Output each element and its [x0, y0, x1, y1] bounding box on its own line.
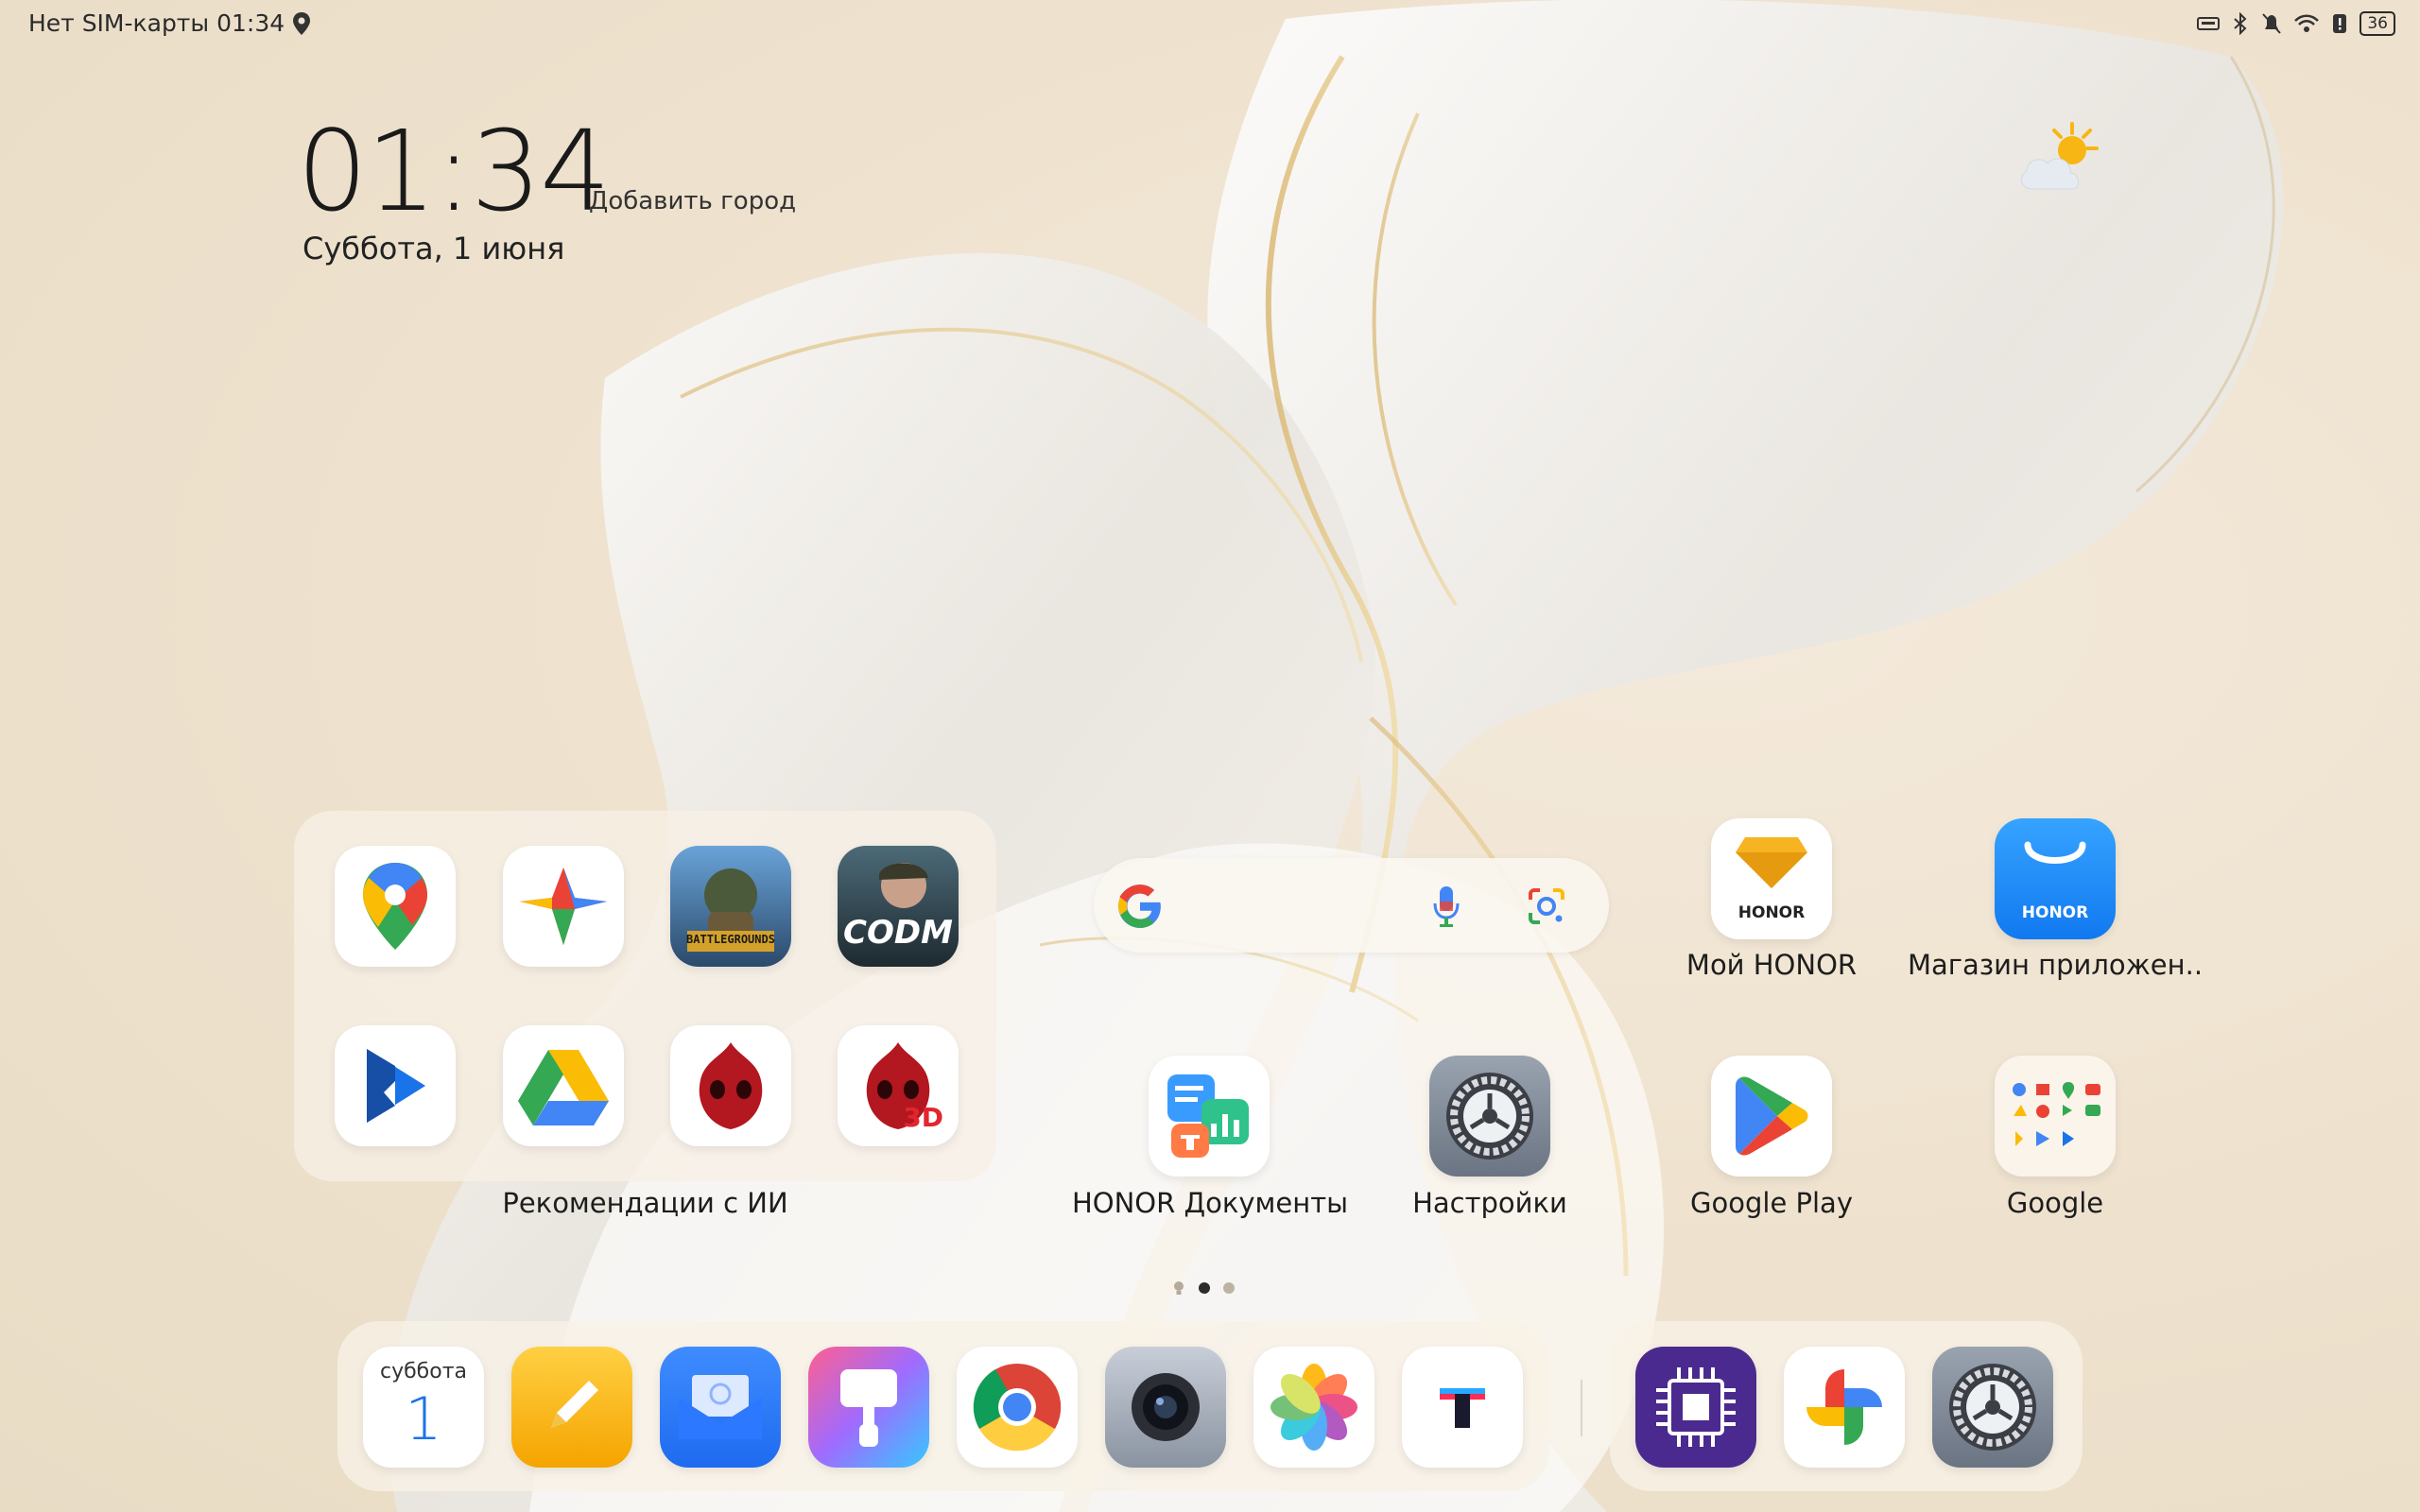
cpu-z-icon[interactable]: [1635, 1347, 1756, 1468]
dock-divider: [1581, 1380, 1582, 1436]
pubg-icon[interactable]: BATTLEGROUNDS: [670, 846, 791, 967]
status-time: 01:34: [216, 9, 285, 37]
status-bar: Нет SIM-карты 01:34 36: [0, 0, 2420, 49]
chrome-icon[interactable]: [957, 1347, 1078, 1468]
calendar-icon[interactable]: суббота 1: [363, 1347, 484, 1468]
mute-icon: [2262, 13, 2282, 34]
t-app-icon[interactable]: [1402, 1347, 1523, 1468]
settings-dock-icon[interactable]: [1932, 1347, 2053, 1468]
notes-icon[interactable]: [511, 1347, 632, 1468]
google-maps-icon[interactable]: [335, 846, 456, 967]
pubg-logo-text: BATTLEGROUNDS: [686, 933, 775, 946]
google-g-icon: [1118, 885, 1161, 928]
settings-label[interactable]: Настройки: [1371, 1187, 1609, 1219]
google-play-books-icon[interactable]: [335, 1025, 456, 1146]
page-dot-1[interactable]: [1199, 1282, 1210, 1294]
battery-indicator: 36: [2360, 11, 2395, 36]
email-icon[interactable]: [660, 1347, 781, 1468]
clock-time[interactable]: 01:34: [297, 115, 611, 227]
honor-docs-icon[interactable]: [1149, 1056, 1270, 1177]
camera-icon[interactable]: [1105, 1347, 1226, 1468]
carrier-text: Нет SIM-карты: [28, 9, 210, 37]
codm-logo-text: CODM: [843, 914, 953, 952]
honor-app-store-icon[interactable]: HONOR: [1995, 818, 2116, 939]
google-drive-icon[interactable]: [503, 1025, 624, 1146]
page-indicator[interactable]: [1172, 1280, 1235, 1297]
settings-icon[interactable]: [1429, 1056, 1550, 1177]
google-play-icon[interactable]: [1711, 1056, 1832, 1177]
honor-docs-label[interactable]: HONOR Документы: [1049, 1187, 1371, 1219]
google-play-label[interactable]: Google Play: [1607, 1187, 1936, 1219]
honor-badge-text: HONOR: [1737, 903, 1806, 922]
keyboard-icon: [2197, 17, 2221, 30]
app-store-label[interactable]: Магазин приложен..: [1881, 949, 2229, 981]
wifi-icon: [2294, 14, 2320, 32]
add-city-link[interactable]: Добавить город: [589, 187, 796, 215]
page-dot-2[interactable]: [1223, 1282, 1235, 1294]
antutu-3d-text: 3D: [903, 1102, 943, 1133]
calendar-day-text: суббота: [379, 1360, 467, 1383]
honor-store-badge-text: HONOR: [2021, 903, 2089, 922]
gallery-icon[interactable]: [1253, 1347, 1374, 1468]
location-icon: [293, 11, 311, 35]
google-photos-icon[interactable]: [1784, 1347, 1905, 1468]
themes-icon[interactable]: [808, 1347, 929, 1468]
antutu-3d-icon[interactable]: 3D: [838, 1025, 959, 1146]
alert-icon: [2333, 14, 2347, 33]
bluetooth-icon: [2234, 12, 2247, 35]
weather-partly-cloudy-icon[interactable]: [2014, 118, 2108, 203]
google-lens-icon[interactable]: [1527, 886, 1566, 926]
clock-date[interactable]: Суббота, 1 июня: [302, 231, 564, 266]
folder-label[interactable]: Рекомендации с ИИ: [294, 1187, 996, 1219]
calendar-date-text: 1: [405, 1384, 442, 1453]
voice-search-mic-icon[interactable]: [1432, 885, 1461, 928]
codm-icon[interactable]: CODM: [838, 846, 959, 967]
google-folder-label[interactable]: Google: [1928, 1187, 2182, 1219]
my-honor-icon[interactable]: HONOR: [1711, 818, 1832, 939]
google-one-icon[interactable]: [503, 846, 624, 967]
status-left: Нет SIM-карты 01:34: [28, 9, 311, 37]
antutu-icon[interactable]: [670, 1025, 791, 1146]
status-right: 36: [2197, 11, 2395, 36]
google-folder-icon[interactable]: [1995, 1056, 2116, 1177]
page-indicator-bulb-icon: [1174, 1281, 1184, 1295]
google-search-widget[interactable]: [1094, 858, 1609, 953]
